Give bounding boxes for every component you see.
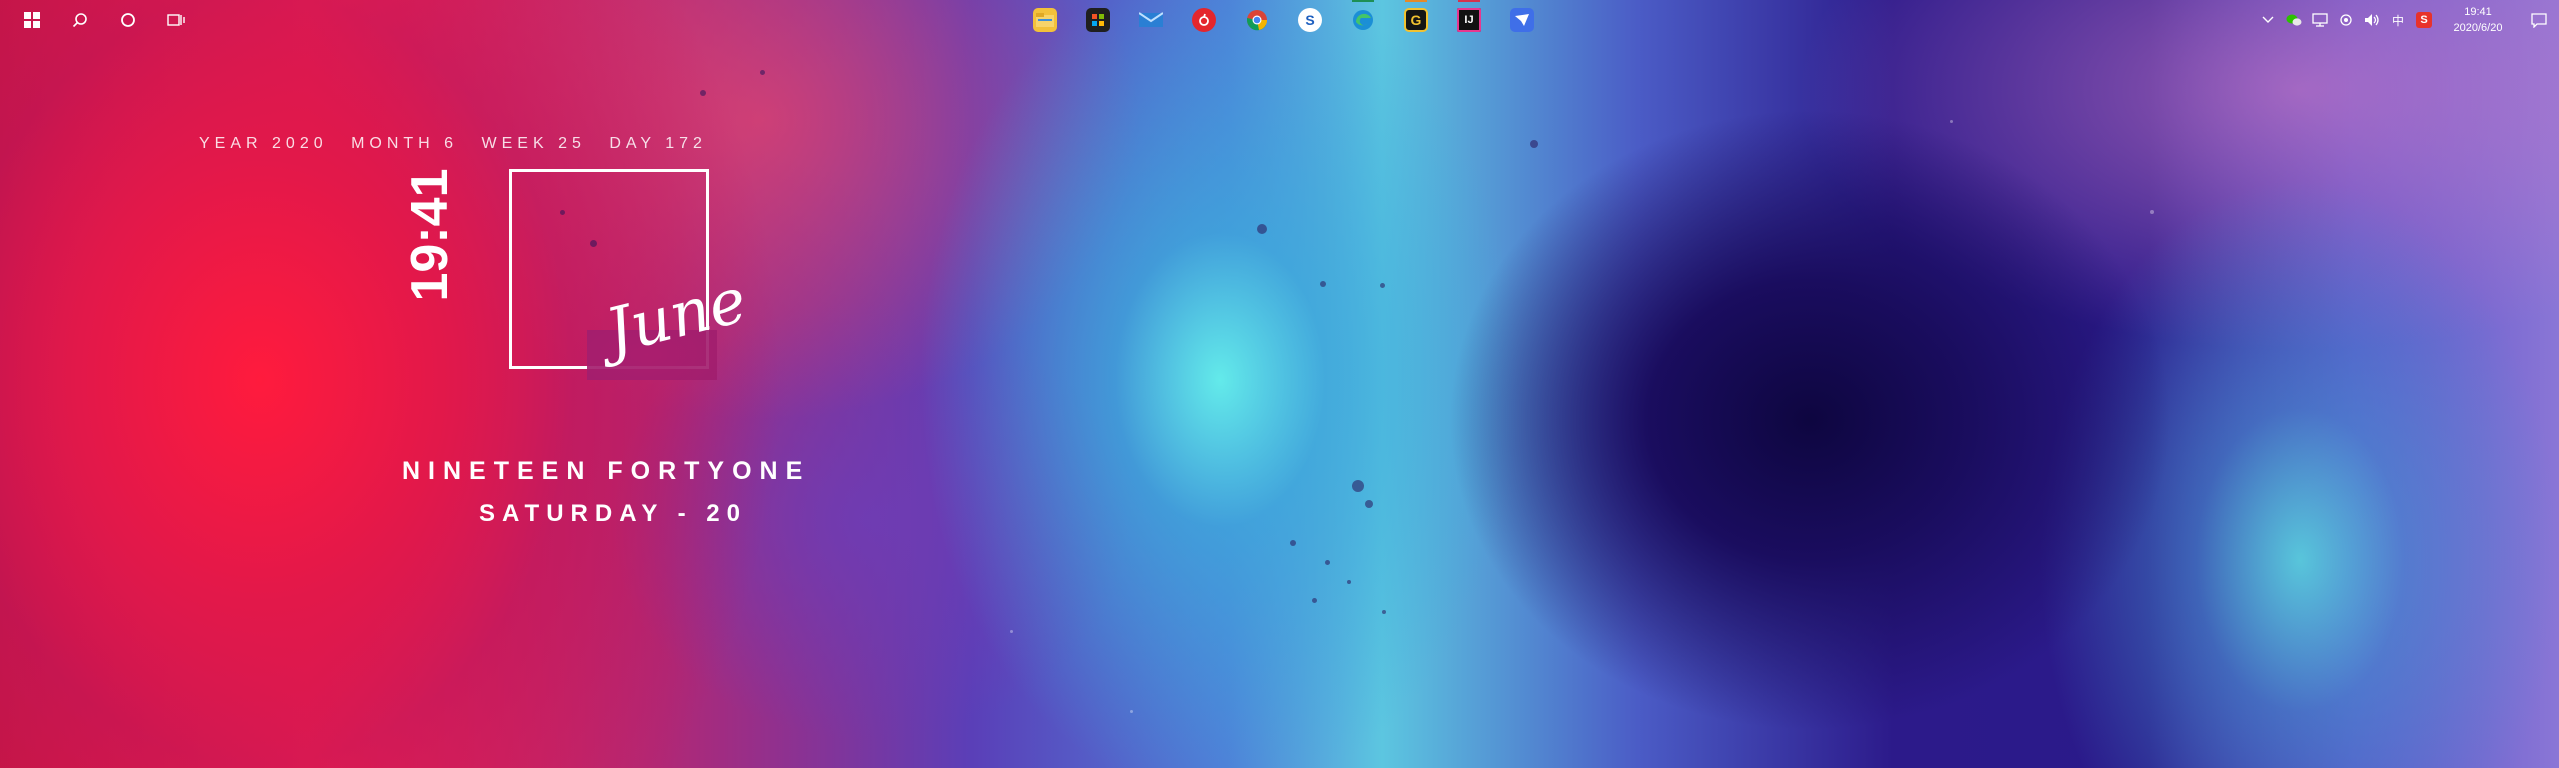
settings-tray-icon bbox=[2340, 14, 2352, 26]
active-app-indicator bbox=[1458, 0, 1480, 2]
wallpaper-speck bbox=[1530, 140, 1538, 148]
wechat-tray[interactable] bbox=[2283, 9, 2305, 31]
wallpaper-speck bbox=[1365, 500, 1373, 508]
active-app-indicator bbox=[1405, 0, 1427, 2]
cortana-icon bbox=[121, 13, 135, 27]
windows-start-button[interactable] bbox=[8, 6, 56, 34]
chrome-icon bbox=[1245, 8, 1269, 32]
task-view-button[interactable] bbox=[152, 6, 200, 34]
taskbar-app-microsoft-store[interactable] bbox=[1077, 4, 1119, 36]
edge-icon bbox=[1351, 8, 1375, 32]
weekday-line: SATURDAY - 20 bbox=[479, 500, 747, 527]
taskbar-app-edge[interactable] bbox=[1342, 0, 1384, 36]
intellij-icon: IJ bbox=[1457, 8, 1481, 32]
system-tray: 中 S 19:41 2020/6/20 bbox=[2255, 0, 2559, 40]
network-icon bbox=[2312, 13, 2328, 27]
wechat-icon bbox=[2286, 14, 2302, 26]
wallpaper-speck bbox=[760, 70, 765, 75]
action-center-icon bbox=[2531, 12, 2547, 28]
wallpaper-speck bbox=[1347, 580, 1351, 584]
volume-tray[interactable] bbox=[2361, 9, 2383, 31]
wallpaper-speck bbox=[1010, 630, 1013, 633]
clock-time: 19:41 bbox=[2464, 6, 2492, 18]
action-center-button[interactable] bbox=[2519, 12, 2559, 28]
settings-tray[interactable] bbox=[2335, 9, 2357, 31]
cortana-button[interactable] bbox=[104, 6, 152, 34]
active-app-indicator bbox=[1352, 0, 1374, 2]
wallpaper-speck bbox=[2150, 210, 2154, 214]
taskbar-left-group bbox=[8, 6, 200, 34]
taskbar-app-sogou-browser[interactable]: S bbox=[1289, 4, 1331, 36]
taskbar-app-chrome[interactable] bbox=[1236, 4, 1278, 36]
search-icon bbox=[72, 13, 87, 28]
taskbar-app-intellij[interactable]: IJ bbox=[1448, 0, 1490, 36]
windows-start-icon bbox=[24, 12, 40, 28]
netease-music-icon bbox=[1192, 8, 1216, 32]
wallpaper-speck bbox=[1320, 281, 1326, 287]
taskbar-clock[interactable]: 19:41 2020/6/20 bbox=[2443, 4, 2513, 36]
store-bag-icon bbox=[1086, 8, 1110, 32]
feishu-bird-icon bbox=[1510, 8, 1534, 32]
wallpaper-speck bbox=[1325, 560, 1330, 565]
taskbar-app-feishu[interactable] bbox=[1501, 4, 1543, 36]
taskbar-app-g[interactable]: G bbox=[1395, 0, 1437, 36]
week-label: WEEK 25 bbox=[481, 135, 586, 152]
show-hidden-icons-button[interactable] bbox=[2257, 9, 2279, 31]
chevron-up-icon bbox=[2262, 16, 2274, 23]
mail-icon bbox=[1139, 8, 1163, 32]
wallpaper-speck bbox=[1290, 540, 1296, 546]
sogou-input-tray[interactable]: S bbox=[2413, 9, 2435, 31]
day-label: DAY 172 bbox=[609, 135, 707, 152]
wallpaper-speck bbox=[1380, 283, 1385, 288]
wallpaper-speck bbox=[1950, 120, 1953, 123]
folder-icon bbox=[1033, 8, 1057, 32]
search-button[interactable] bbox=[56, 6, 104, 34]
task-view-icon bbox=[167, 14, 185, 26]
wallpaper-speck bbox=[1382, 610, 1386, 614]
wallpaper-speck bbox=[700, 90, 706, 96]
ime-icon: 中 bbox=[2391, 13, 2404, 28]
taskbar-app-netease-music[interactable] bbox=[1183, 4, 1225, 36]
taskbar-pinned-apps: S G IJ bbox=[1024, 0, 1543, 36]
sogou-browser-icon: S bbox=[1298, 8, 1322, 32]
wallpaper-speck bbox=[1312, 598, 1317, 603]
taskbar: S G IJ 中 S 19:41 2020/6/20 bbox=[0, 0, 2559, 40]
wallpaper-speck bbox=[1352, 480, 1364, 492]
wallpaper-speck bbox=[1257, 224, 1267, 234]
time-text: 19:41 bbox=[401, 168, 459, 302]
taskbar-app-file-explorer[interactable] bbox=[1024, 4, 1066, 36]
desktop-wallpaper: S G IJ 中 S 19:41 2020/6/20 YEAR 2020 MON… bbox=[0, 0, 2559, 768]
taskbar-app-mail[interactable] bbox=[1130, 4, 1172, 36]
wallpaper-speck bbox=[1130, 710, 1133, 713]
clock-date: 2020/6/20 bbox=[2453, 22, 2503, 34]
volume-icon bbox=[2365, 14, 2379, 26]
date-meta-line: YEAR 2020 MONTH 6 WEEK 25 DAY 172 bbox=[199, 135, 721, 153]
network-tray[interactable] bbox=[2309, 9, 2331, 31]
g-app-icon: G bbox=[1404, 8, 1428, 32]
ime-tray[interactable]: 中 bbox=[2387, 9, 2409, 31]
time-in-words: NINETEEN FORTYONE bbox=[402, 457, 811, 485]
sogou-input-icon: S bbox=[2416, 12, 2432, 28]
year-label: YEAR 2020 bbox=[199, 135, 328, 152]
